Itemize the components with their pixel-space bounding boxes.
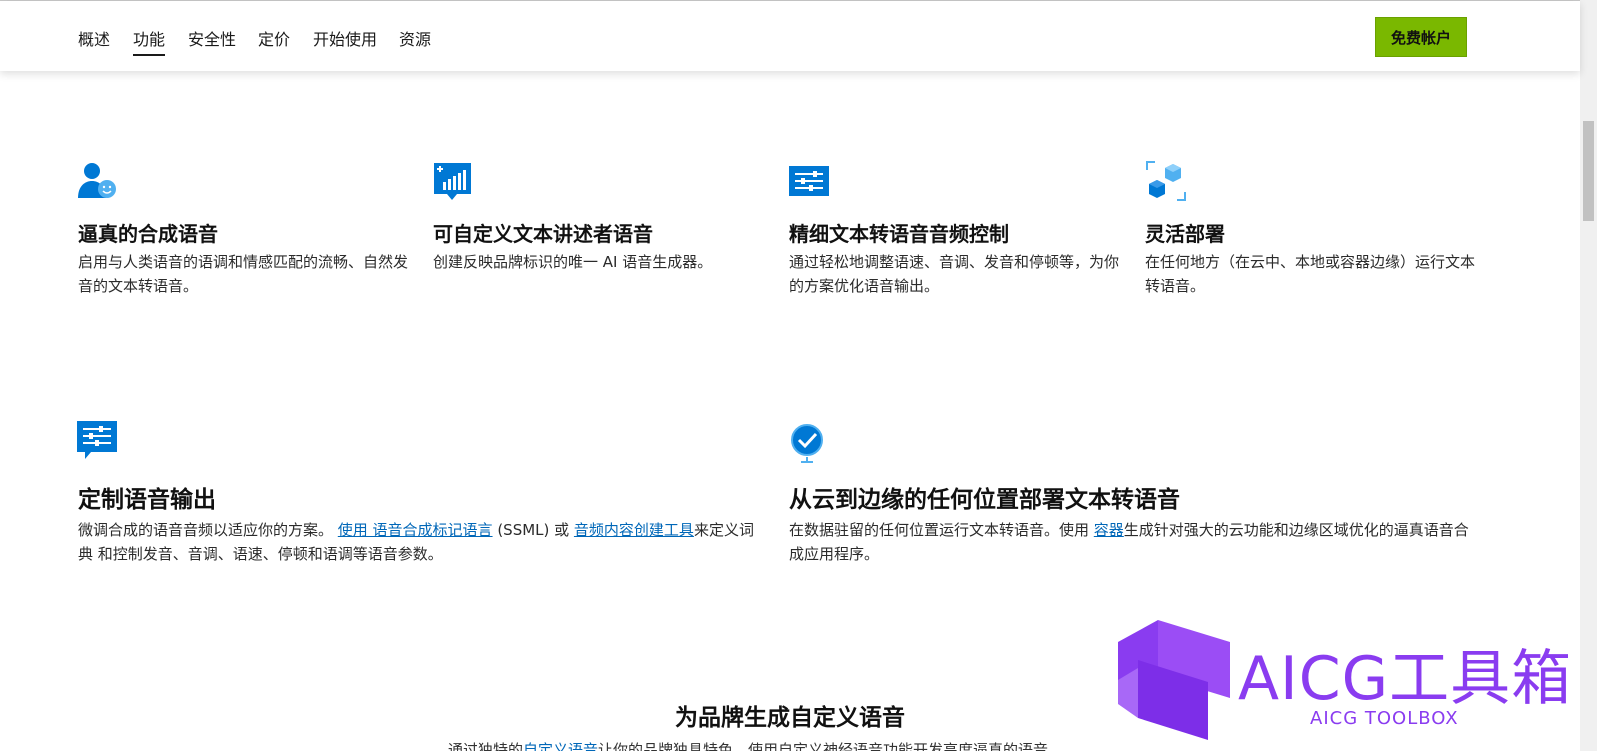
custom-output-text-1: 微调合成的语音音频以适应你的方案。 [78,521,338,539]
sliders-icon [789,166,829,206]
user-smile-icon [77,160,117,200]
globe-check-icon [789,424,829,464]
feature-title-custom-narrator: 可自定义文本讲述者语音 [433,222,653,246]
section-intro-clipped: 通过独特的自定义语音让你的品牌独具特色，使用自定义神经语音功能开发高度逼真的语音 [448,739,1048,751]
edge-deploy-text-1: 在数据驻留的任何位置运行文本转语音。使用 [789,521,1094,539]
nav-resources[interactable]: 资源 [399,26,431,50]
section-intro-text-a: 通过独特的 [448,741,524,751]
custom-output-text-2: (SSML) 或 [492,521,574,539]
feature-desc-flexible-deploy: 在任何地方（在云中、本地或容器边缘）运行文本转语音。 [1145,253,1476,295]
ssml-link[interactable]: 使用 语音合成标记语言 [338,521,493,539]
feature-title-audio-control: 精细文本转语音音频控制 [789,222,1009,246]
feature-desc-realistic: 启用与人类语音的语调和情感匹配的流畅、自然发音的文本转语音。 [78,253,409,295]
nav-features[interactable]: 功能 [133,26,166,56]
nav-security[interactable]: 安全性 [188,26,236,50]
free-account-button[interactable]: 免费帐户 [1375,17,1467,57]
navbar: 概述 功能 安全性 定价 开始使用 资源 免费帐户 [0,1,1580,71]
feature-title-flexible-deploy: 灵活部署 [1145,222,1225,246]
feature-desc-custom-narrator: 创建反映品牌标识的唯一 AI 语音生成器。 [433,253,713,271]
cubes-icon [1145,160,1186,201]
scrollbar-track[interactable] [1580,0,1597,751]
audio-content-creation-link[interactable]: 音频内容创建工具 [574,521,694,539]
feature-desc-audio-control: 通过轻松地调整语速、音调、发音和停顿等，为你的方案优化语音输出。 [789,253,1120,295]
nav-pricing[interactable]: 定价 [258,26,290,50]
sliders-bubble-icon [77,420,117,460]
feature-title-realistic: 逼真的合成语音 [78,222,218,246]
section-intro-text-b: 让你的品牌独具特色，使用自定义神经语音功能开发高度逼真的语音 [598,741,1049,751]
feature-desc-custom-output: 微调合成的语音音频以适应你的方案。 使用 语音合成标记语言 (SSML) 或 音… [78,518,768,566]
nav-get-started[interactable]: 开始使用 [313,26,377,50]
feature-desc-edge-deploy: 在数据驻留的任何位置运行文本转语音。使用 容器生成针对强大的云功能和边缘区域优化… [789,518,1479,566]
scrollbar-thumb[interactable] [1583,121,1594,221]
chart-bubble-icon [433,162,473,202]
watermark-logo-icon [1118,620,1230,740]
nav-overview[interactable]: 概述 [78,26,110,50]
watermark-subtitle: AICG TOOLBOX [1310,708,1459,729]
containers-link[interactable]: 容器 [1094,521,1124,539]
watermark-title: AICG工具箱 [1238,644,1573,714]
feature-title-custom-output: 定制语音输出 [78,487,216,513]
custom-voice-link[interactable]: 自定义语音 [523,741,598,751]
feature-title-edge-deploy: 从云到边缘的任何位置部署文本转语音 [789,487,1180,513]
